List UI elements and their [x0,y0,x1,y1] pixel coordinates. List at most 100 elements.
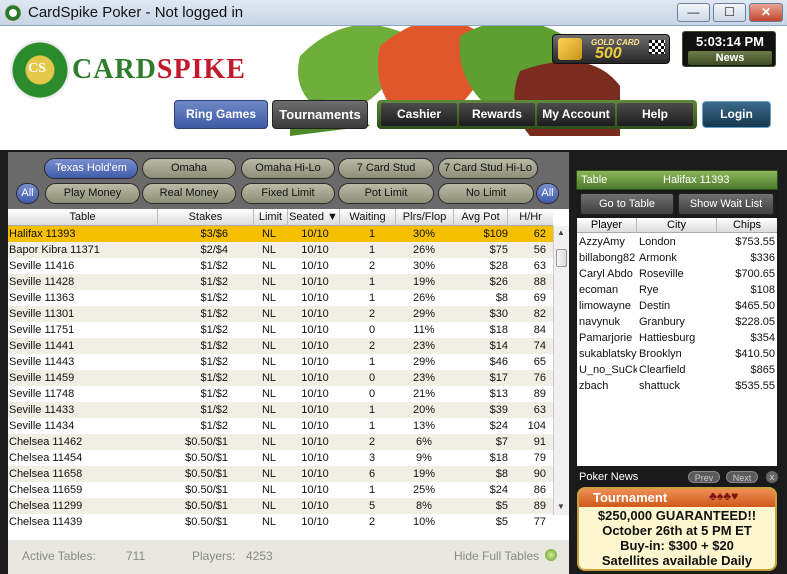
cashier-button[interactable]: Cashier [381,103,457,126]
table-row[interactable]: Chelsea 11659 $0.50/$1 NL 10/10 1 25% $24 86 [8,482,553,498]
news-prev-button[interactable]: Prev [688,471,720,483]
cell-table: Seville 11748 [9,388,75,400]
col-stakes[interactable]: Stakes [158,209,254,226]
player-row[interactable]: Pamarjorie Hattiesburg $354 [577,330,777,346]
col-limit[interactable]: Limit [254,209,288,226]
col-chips[interactable]: Chips [717,218,777,233]
col-seated[interactable]: Seated ▼ [288,209,340,226]
col-plrs-flop[interactable]: Plrs/Flop [396,209,454,226]
filter-fixed-limit[interactable]: Fixed Limit [241,183,335,204]
scroll-thumb[interactable] [556,249,567,267]
hide-full-tables-label[interactable]: Hide Full Tables [454,549,539,563]
cell-seated: 10/10 [301,468,329,480]
col-table[interactable]: Table [8,209,158,226]
ring-games-button[interactable]: Ring Games [174,100,268,129]
col-city[interactable]: City [637,218,717,233]
table-row[interactable]: Chelsea 11658 $0.50/$1 NL 10/10 6 19% $8 90 [8,466,553,482]
tab-7-card-stud[interactable]: 7 Card Stud [338,158,434,179]
tab-omaha[interactable]: Omaha [142,158,236,179]
table-row[interactable]: Chelsea 11439 $0.50/$1 NL 10/10 2 10% $5 77 [8,514,553,530]
cell-plrs-flop: 30% [412,228,436,240]
filter-real-money[interactable]: Real Money [142,183,236,204]
cell-avg-pot: $46 [489,356,508,368]
hide-full-tables-toggle[interactable] [545,549,557,561]
selected-table-name: Halifax 11393 [663,174,730,186]
close-button[interactable]: ✕ [749,3,783,22]
news-close-icon[interactable]: x [766,471,778,483]
gold-card-badge[interactable]: GOLD CARD 500 [552,34,670,64]
table-row[interactable]: Seville 11416 $1/$2 NL 10/10 2 30% $28 63 [8,258,553,274]
help-button[interactable]: Help [617,103,693,126]
player-row[interactable]: U_no_SuCk Clearfield $865 [577,362,777,378]
col-player[interactable]: Player [577,218,637,233]
player-row[interactable]: AzzyAmy London $753.55 [577,234,777,250]
tournaments-button[interactable]: Tournaments [272,100,368,129]
player-row[interactable]: limowayne Destin $465.50 [577,298,777,314]
news-button[interactable]: News [688,51,772,65]
player-row[interactable]: navynuk Granbury $228.05 [577,314,777,330]
table-row[interactable]: Chelsea 11462 $0.50/$1 NL 10/10 2 6% $7 91 [8,434,553,450]
players-value: 4253 [246,549,273,563]
cell-hands-per-hour: 74 [533,340,546,352]
player-row[interactable]: zbach shattuck $535.55 [577,378,777,394]
tab-7-card-stud-hi-lo[interactable]: 7 Card Stud Hi-Lo [438,158,538,179]
table-row[interactable]: Seville 11441 $1/$2 NL 10/10 2 23% $14 74 [8,338,553,354]
maximize-button[interactable]: ☐ [713,3,746,22]
cell-avg-pot: $28 [489,260,508,272]
rewards-button[interactable]: Rewards [459,103,535,126]
scroll-up-icon[interactable]: ▲ [557,228,565,237]
table-row[interactable]: Seville 11428 $1/$2 NL 10/10 1 19% $26 88 [8,274,553,290]
filter-play-money[interactable]: Play Money [45,183,140,204]
col-avg-pot[interactable]: Avg Pot [454,209,508,226]
table-row[interactable]: Seville 11301 $1/$2 NL 10/10 2 29% $30 82 [8,306,553,322]
col-hands-per-hour[interactable]: H/Hr [508,209,553,226]
cell-stakes: $0.50/$1 [185,516,228,528]
col-waiting[interactable]: Waiting [340,209,396,226]
cell-table: Seville 11751 [9,324,75,336]
tab-texas-holdem[interactable]: Texas Hold'em [44,158,138,179]
cell-city: Hattiesburg [639,332,696,344]
active-tables-label: Active Tables: [22,549,96,563]
my-account-button[interactable]: My Account [537,103,615,126]
go-to-table-button[interactable]: Go to Table [580,193,674,215]
table-row[interactable]: Seville 11748 $1/$2 NL 10/10 0 21% $13 89 [8,386,553,402]
cell-stakes: $1/$2 [200,324,228,336]
tab-omaha-hi-lo[interactable]: Omaha Hi-Lo [241,158,335,179]
lobby-footer: Active Tables: 711 Players: 4253 Hide Fu… [8,540,569,574]
table-row[interactable]: Seville 11363 $1/$2 NL 10/10 1 26% $8 69 [8,290,553,306]
player-row[interactable]: Caryl Abdo Roseville $700.65 [577,266,777,282]
login-button[interactable]: Login [702,101,771,128]
table-row[interactable]: Chelsea 11454 $0.50/$1 NL 10/10 3 9% $18 79 [8,450,553,466]
table-row[interactable]: Chelsea 11299 $0.50/$1 NL 10/10 5 8% $5 89 [8,498,553,514]
cell-avg-pot: $14 [489,340,508,352]
tables-scrollbar[interactable]: ▲ ▼ [553,226,569,515]
cell-limit: NL [261,292,277,304]
cell-seated: 10/10 [301,292,329,304]
filter-no-limit[interactable]: No Limit [438,183,534,204]
table-row[interactable]: Seville 11751 $1/$2 NL 10/10 0 11% $18 84 [8,322,553,338]
cell-seated: 10/10 [301,484,329,496]
cell-limit: NL [261,244,277,256]
filter-pot-limit[interactable]: Pot Limit [338,183,434,204]
cell-limit: NL [261,356,277,368]
cell-hands-per-hour: 89 [533,388,546,400]
tournament-promo[interactable]: Tournament ♣♠♣♥ $250,000 GUARANTEED!! Oc… [577,487,777,571]
player-row[interactable]: billabong82 Armonk $336 [577,250,777,266]
filter-all-limit[interactable]: All [536,183,559,204]
show-wait-list-button[interactable]: Show Wait List [678,193,774,215]
player-row[interactable]: ecoman Rye $108 [577,282,777,298]
table-row[interactable]: Seville 11434 $1/$2 NL 10/10 1 13% $24 104 [8,418,553,434]
table-row[interactable]: Halifax 11393 $3/$6 NL 10/10 1 30% $109 62 [8,226,553,242]
news-next-button[interactable]: Next [726,471,758,483]
poker-news-header: Poker News Prev Next x [576,470,778,486]
table-row[interactable]: Seville 11443 $1/$2 NL 10/10 1 29% $46 65 [8,354,553,370]
table-row[interactable]: Seville 11433 $1/$2 NL 10/10 1 20% $39 63 [8,402,553,418]
cell-plrs-flop: 29% [412,308,436,320]
table-row[interactable]: Bapor Kibra 11371 $2/$4 NL 10/10 1 26% $75 56 [8,242,553,258]
table-row[interactable]: Seville 11459 $1/$2 NL 10/10 0 23% $17 76 [8,370,553,386]
scroll-down-icon[interactable]: ▼ [557,502,565,511]
filter-all-money[interactable]: All [16,183,39,204]
clock-panel: 5:03:14 PM News [682,31,776,67]
player-row[interactable]: sukablatsky Brooklyn $410.50 [577,346,777,362]
minimize-button[interactable]: — [677,3,710,22]
